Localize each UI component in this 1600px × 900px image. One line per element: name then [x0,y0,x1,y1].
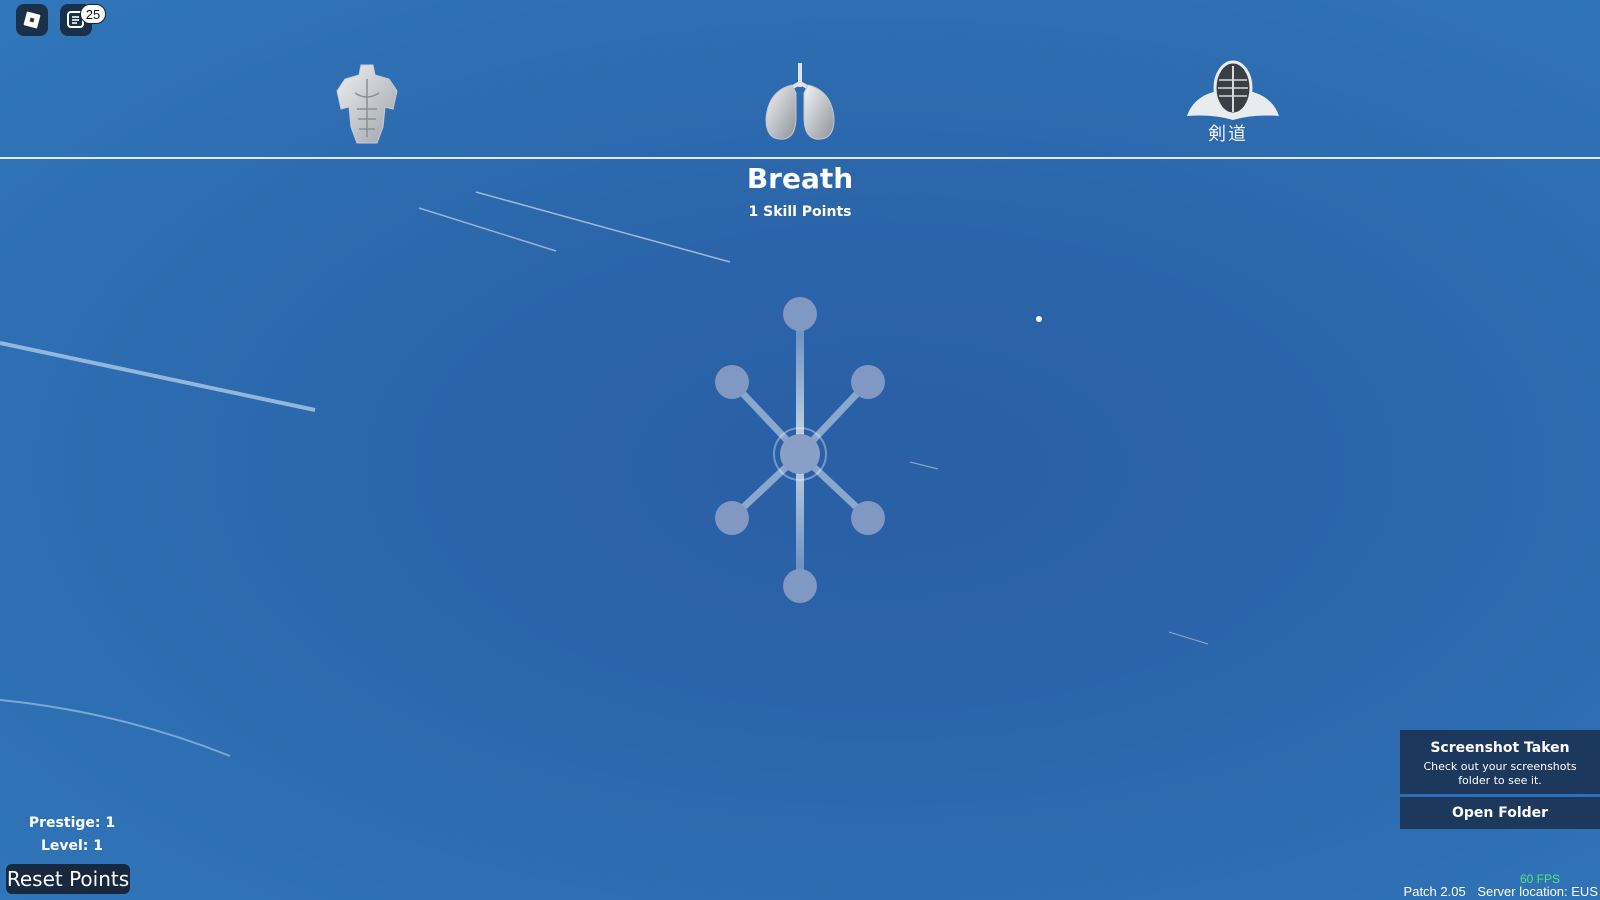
status-footer: Patch 2.05 Server location: EUS [1404,884,1598,899]
skill-node-lower-left[interactable] [715,501,749,535]
screenshot-toast: Screenshot Taken Check out your screensh… [1400,730,1600,794]
toast-message: Check out your screenshots folder to see… [1423,760,1577,787]
category-divider [0,157,1600,159]
skill-node-upper-right[interactable] [851,365,885,399]
roblox-logo-icon [23,11,41,29]
skill-node-lower-right[interactable] [851,501,885,535]
skill-tree [715,297,885,603]
skill-node-bottom[interactable] [783,569,817,603]
server-location-label: Server location: EUS [1477,884,1598,899]
skill-node-top[interactable] [783,297,817,331]
skill-node-upper-left[interactable] [715,365,749,399]
open-folder-button[interactable]: Open Folder [1400,797,1600,829]
category-breath-button[interactable] [745,52,855,152]
roblox-menu-button[interactable] [16,4,48,36]
chat-unread-badge: 25 [80,4,106,24]
kendo-caption: 剣道 [1208,124,1248,145]
reset-points-button[interactable]: Reset Points [6,864,130,894]
toast-title: Screenshot Taken [1430,740,1570,756]
patch-label: Patch 2.05 [1403,884,1466,899]
category-body-button[interactable] [312,52,422,152]
body-torso-icon [336,64,398,144]
lungs-icon [765,63,835,140]
level-label: Level: 1 [40,838,104,854]
page-title: Breath [746,162,854,195]
prestige-label: Prestige: 1 [28,815,116,831]
skill-node-center[interactable] [780,434,820,474]
skill-points-label: 1 Skill Points [748,204,852,220]
